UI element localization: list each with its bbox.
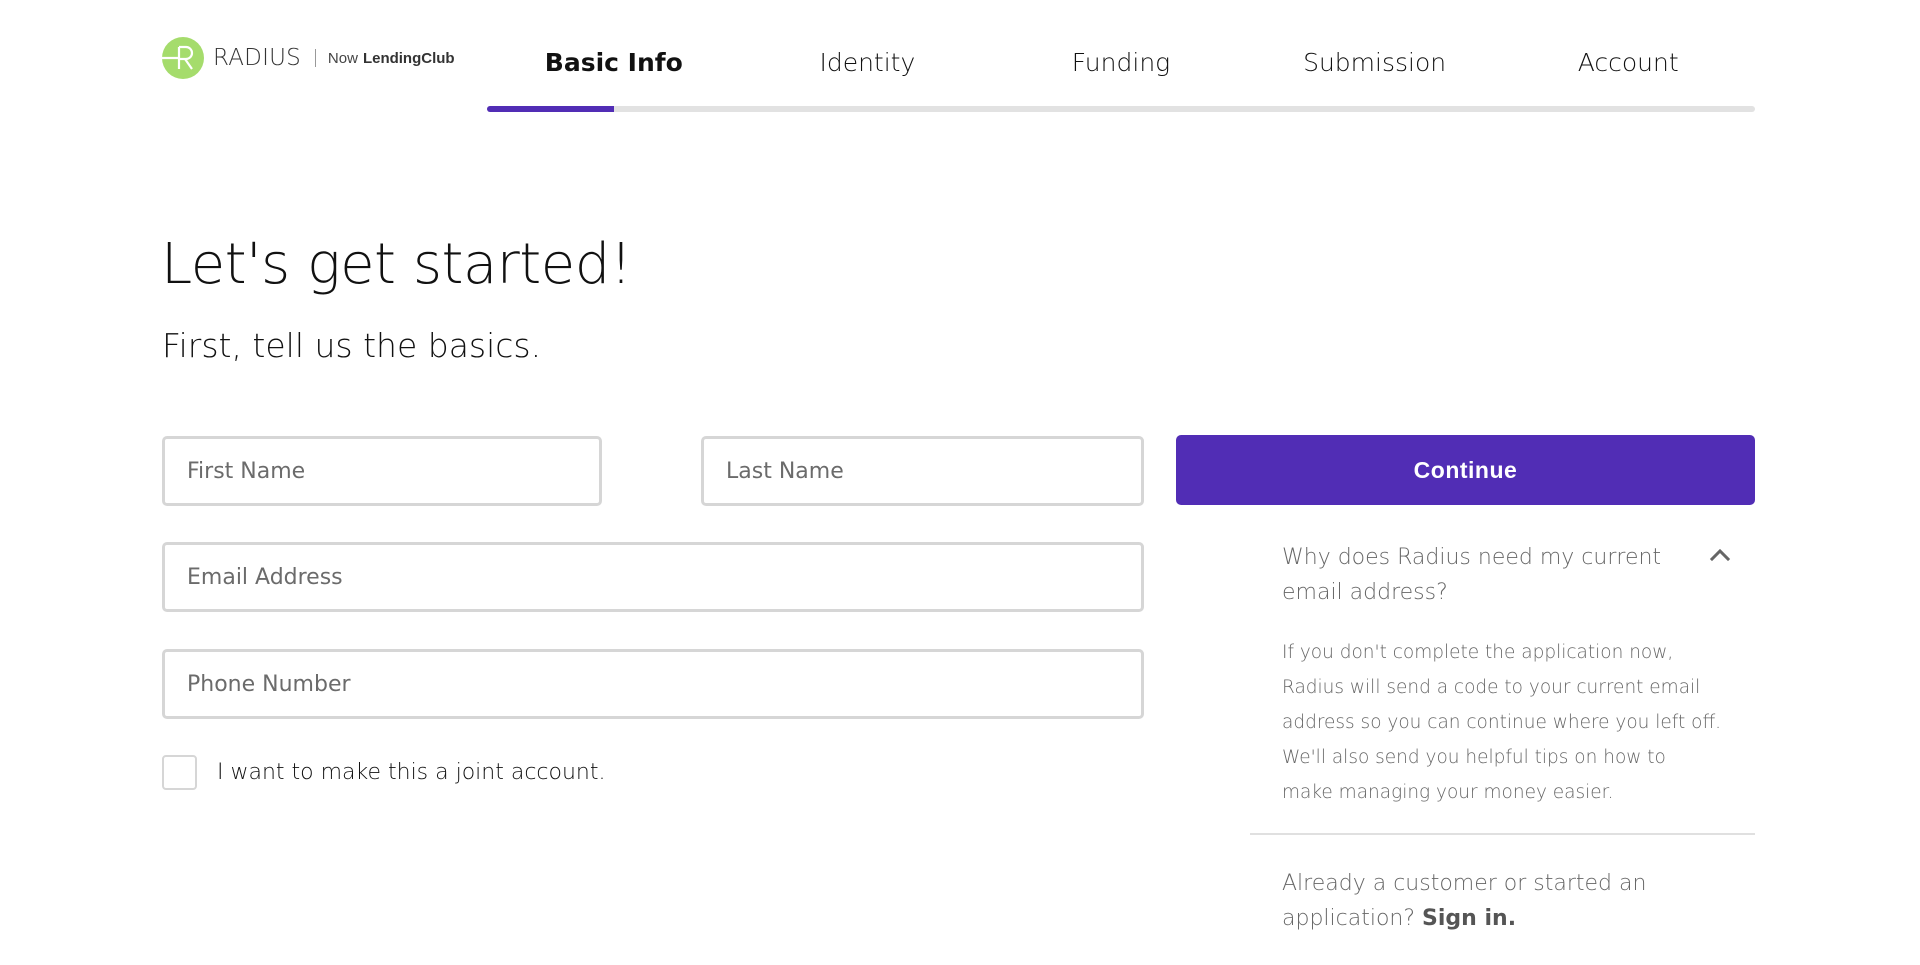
- page-subtitle: First, tell us the basics.: [162, 326, 542, 365]
- continue-button[interactable]: Continue: [1176, 435, 1755, 505]
- step-basic-info[interactable]: Basic Info: [487, 48, 741, 77]
- partner-name: LendingClub: [362, 49, 455, 67]
- signin-link[interactable]: Sign in.: [1422, 906, 1516, 931]
- brand-logo[interactable]: RADIUS Now LendingClub: [162, 36, 455, 80]
- email-input[interactable]: [165, 545, 1141, 609]
- last-name-field: [701, 436, 1144, 506]
- step-progress-nav: Basic Info Identity Funding Submission A…: [487, 40, 1755, 112]
- brand-now-label: Now: [327, 49, 358, 67]
- email-field: [162, 542, 1144, 612]
- phone-field: [162, 649, 1144, 719]
- last-name-input[interactable]: [704, 439, 1141, 503]
- first-name-input[interactable]: [165, 439, 599, 503]
- step-identity[interactable]: Identity: [741, 48, 995, 77]
- progress-bar-fill: [487, 106, 614, 112]
- radius-logo-icon: [162, 37, 204, 79]
- progress-bar: [487, 106, 1755, 112]
- page-title: Let's get started!: [161, 232, 632, 297]
- brand-name: RADIUS: [213, 45, 301, 71]
- chevron-up-icon[interactable]: [1707, 545, 1733, 563]
- signin-prompt: Already a customer or started an applica…: [1282, 866, 1702, 936]
- faq-question[interactable]: Why does Radius need my current email ad…: [1282, 540, 1662, 610]
- joint-account-checkbox[interactable]: [162, 755, 197, 790]
- faq-answer: If you don't complete the application no…: [1282, 642, 1722, 803]
- step-submission[interactable]: Submission: [1248, 48, 1502, 77]
- step-funding[interactable]: Funding: [994, 48, 1248, 77]
- section-divider: [1250, 833, 1755, 835]
- first-name-field: [162, 436, 602, 506]
- phone-input[interactable]: [165, 652, 1141, 716]
- logo-divider: [314, 49, 316, 67]
- joint-account-label: I want to make this a joint account.: [217, 760, 606, 785]
- joint-account-option[interactable]: I want to make this a joint account.: [162, 755, 606, 790]
- step-account[interactable]: Account: [1501, 48, 1755, 77]
